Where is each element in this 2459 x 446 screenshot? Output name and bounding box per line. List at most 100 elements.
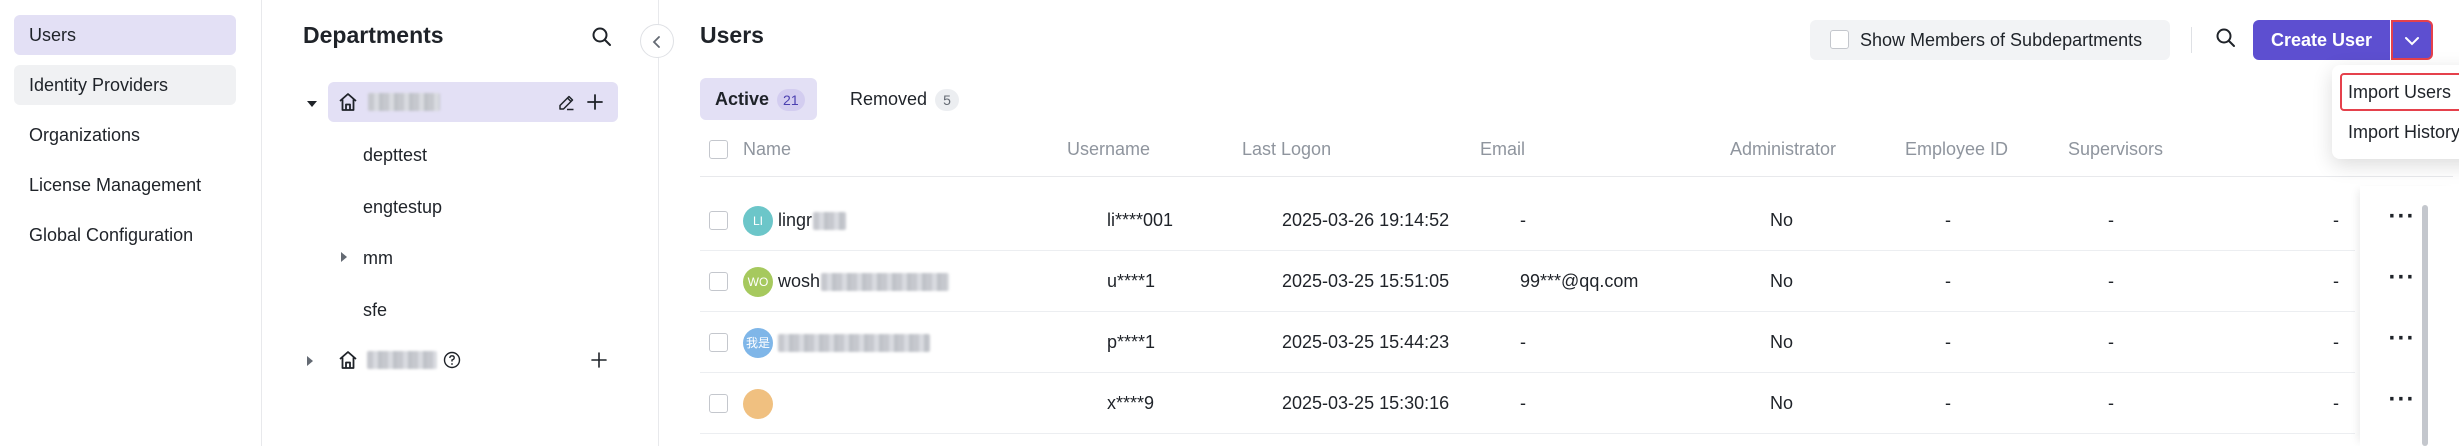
- more-icon[interactable]: ···: [2382, 266, 2422, 297]
- user-email: 99***@qq.com: [1520, 271, 1639, 291]
- caret-right-icon[interactable]: [306, 354, 314, 372]
- avatar: WO: [743, 267, 773, 297]
- user-username: li****001: [1107, 210, 1174, 230]
- user-employee-id: -: [1945, 393, 1951, 413]
- user-name[interactable]: [778, 312, 930, 373]
- show-subdepartment-label: Show Members of Subdepartments: [1860, 30, 2143, 50]
- department-name-redacted: [368, 93, 440, 111]
- department-item-engtestup[interactable]: engtestup: [363, 187, 442, 227]
- department-root[interactable]: [328, 82, 618, 122]
- nav-item-global-configuration[interactable]: Global Configuration: [14, 215, 236, 255]
- column-header-name[interactable]: Name: [743, 138, 791, 160]
- toolbar-divider: [2191, 27, 2192, 53]
- user-username: x****9: [1107, 393, 1155, 413]
- name-redacted: [813, 212, 847, 231]
- left-navigation: Users Identity Providers Organizations L…: [0, 0, 262, 446]
- column-header-email[interactable]: Email: [1480, 138, 1525, 160]
- tab-active-count: 21: [777, 89, 805, 111]
- tab-removed[interactable]: Removed 5: [835, 78, 970, 120]
- user-supervisors: -: [2108, 210, 2114, 230]
- add-subdepartment-plus-icon[interactable]: [586, 93, 604, 116]
- select-all-checkbox[interactable]: [709, 140, 728, 159]
- menu-item-import-users[interactable]: Import Users: [2340, 73, 2459, 111]
- row-actions-column: ··· ··· ··· ···: [2360, 186, 2459, 446]
- show-subdepartment-members-toggle[interactable]: Show Members of Subdepartments: [1810, 20, 2170, 60]
- table-row[interactable]: x****9 2025-03-25 15:30:16 - No - - -: [700, 373, 2355, 434]
- user-extra-column: -: [2333, 210, 2339, 230]
- user-administrator: No: [1770, 210, 1794, 230]
- caret-right-icon[interactable]: [340, 250, 348, 268]
- home-icon: [338, 92, 358, 117]
- user-extra-column: -: [2333, 393, 2339, 413]
- row-checkbox[interactable]: [709, 272, 728, 291]
- user-email: -: [1520, 393, 1526, 413]
- chevron-down-icon: [2404, 34, 2420, 52]
- show-subdepartment-checkbox[interactable]: [1830, 30, 1849, 49]
- table-row[interactable]: 我是 p****1 2025-03-25 15:44:23 - No - - -: [700, 312, 2355, 373]
- nav-item-users[interactable]: Users: [14, 15, 236, 55]
- more-icon[interactable]: ···: [2382, 327, 2422, 358]
- user-supervisors: -: [2108, 332, 2114, 352]
- department-item-depttest[interactable]: depttest: [363, 135, 427, 175]
- users-main: Users Show Members of Subdepartments Cre…: [660, 0, 2459, 446]
- avatar: 我是: [743, 328, 773, 358]
- nav-item-license-management[interactable]: License Management: [14, 165, 236, 205]
- user-extra-column: -: [2333, 271, 2339, 291]
- column-header-username[interactable]: Username: [1067, 138, 1150, 160]
- user-name[interactable]: lingr: [778, 190, 847, 251]
- more-icon[interactable]: ···: [2382, 205, 2422, 236]
- user-email: -: [1520, 332, 1526, 352]
- user-name[interactable]: wosh: [778, 251, 950, 312]
- add-department-plus-icon[interactable]: [590, 351, 608, 374]
- create-user-button[interactable]: Create User: [2253, 20, 2390, 60]
- user-email: -: [1520, 210, 1526, 230]
- table-scrollbar[interactable]: [2422, 205, 2428, 446]
- tab-removed-count: 5: [935, 89, 960, 111]
- user-administrator: No: [1770, 332, 1794, 352]
- department-item-sfe[interactable]: sfe: [363, 290, 387, 330]
- tab-active-label: Active: [715, 89, 770, 109]
- user-username: p****1: [1107, 332, 1156, 352]
- user-username: u****1: [1107, 271, 1156, 291]
- page-title: Users: [700, 22, 764, 48]
- user-employee-id: -: [1945, 332, 1951, 352]
- tab-removed-label: Removed: [850, 89, 928, 109]
- user-last-logon: 2025-03-25 15:44:23: [1282, 332, 1450, 352]
- menu-item-import-history[interactable]: Import History: [2340, 113, 2459, 151]
- create-user-dropdown-button[interactable]: [2391, 20, 2433, 60]
- nav-item-identity-providers[interactable]: Identity Providers: [14, 65, 236, 105]
- home-icon: [338, 350, 358, 375]
- table-row[interactable]: LI lingr li****001 2025-03-26 19:14:52 -…: [700, 190, 2355, 251]
- department-name-redacted: [367, 351, 437, 369]
- more-icon[interactable]: ···: [2382, 388, 2422, 419]
- user-administrator: No: [1770, 393, 1794, 413]
- departments-panel: Departments depttest engtestup mm sfe: [263, 0, 659, 446]
- user-employee-id: -: [1945, 271, 1951, 291]
- user-search-icon[interactable]: [2215, 27, 2237, 54]
- column-header-administrator[interactable]: Administrator: [1730, 138, 1836, 160]
- row-checkbox[interactable]: [709, 211, 728, 230]
- edit-icon[interactable]: [558, 94, 575, 116]
- column-header-supervisors[interactable]: Supervisors: [2068, 138, 2163, 160]
- user-administrator: No: [1770, 271, 1794, 291]
- info-icon[interactable]: [443, 351, 461, 374]
- row-checkbox[interactable]: [709, 333, 728, 352]
- row-checkbox[interactable]: [709, 394, 728, 413]
- user-extra-column: -: [2333, 332, 2339, 352]
- user-supervisors: -: [2108, 393, 2114, 413]
- user-last-logon: 2025-03-25 15:30:16: [1282, 393, 1450, 413]
- tab-active[interactable]: Active 21: [700, 78, 817, 120]
- name-redacted: [778, 334, 930, 353]
- user-last-logon: 2025-03-26 19:14:52: [1282, 210, 1450, 230]
- table-row[interactable]: WO wosh u****1 2025-03-25 15:51:05 99***…: [700, 251, 2355, 312]
- name-redacted: [821, 273, 950, 292]
- department-search-icon[interactable]: [591, 26, 613, 53]
- column-header-last-logon[interactable]: Last Logon: [1242, 138, 1331, 160]
- user-supervisors: -: [2108, 271, 2114, 291]
- departments-title: Departments: [303, 22, 444, 48]
- nav-item-organizations[interactable]: Organizations: [14, 115, 236, 155]
- column-header-employee-id[interactable]: Employee ID: [1905, 138, 2008, 160]
- department-item-mm[interactable]: mm: [363, 238, 393, 278]
- caret-down-icon[interactable]: [306, 96, 318, 114]
- table-header-divider: [700, 176, 2453, 177]
